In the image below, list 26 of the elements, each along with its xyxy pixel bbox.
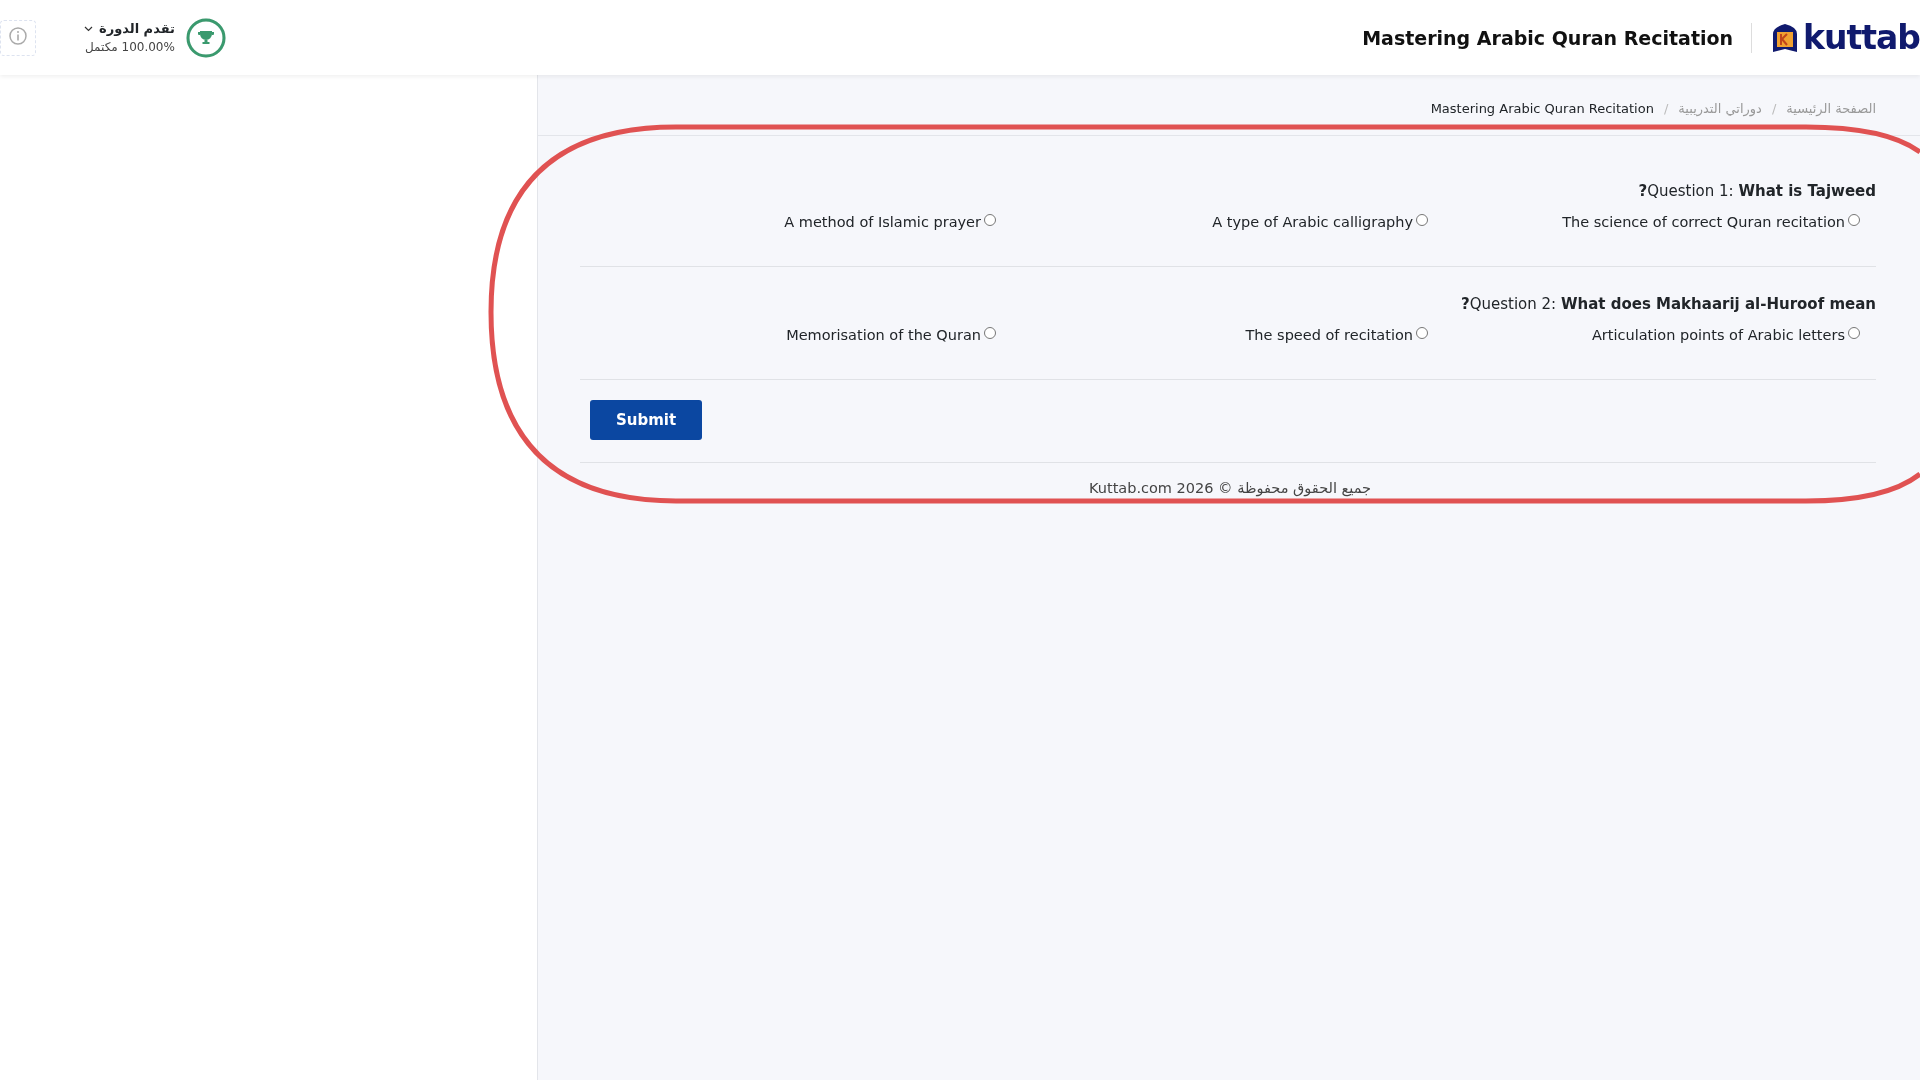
option-label[interactable]: The science of correct Quran recitation bbox=[1562, 214, 1845, 230]
option-label[interactable]: The speed of recitation bbox=[1245, 327, 1413, 343]
progress-label[interactable]: تقدم الدورة bbox=[99, 21, 175, 36]
info-icon[interactable] bbox=[0, 19, 36, 56]
course-title: Mastering Arabic Quran Recitation bbox=[1362, 26, 1734, 49]
option-label[interactable]: A method of Islamic prayer bbox=[784, 214, 981, 230]
breadcrumb-current: Mastering Arabic Quran Recitation bbox=[1430, 101, 1654, 118]
option-label[interactable]: Memorisation of the Quran bbox=[786, 327, 981, 343]
option-label[interactable]: A type of Arabic calligraphy bbox=[1212, 214, 1413, 230]
radio-button[interactable] bbox=[1848, 214, 1860, 226]
question-text: ?Question 1: What is Tajweed bbox=[1637, 182, 1876, 200]
copyright-text: جميع الحقوق محفوظة © 2026 Kuttab.com bbox=[1088, 480, 1372, 496]
radio-button[interactable] bbox=[1848, 327, 1860, 339]
breadcrumb-separator: / bbox=[1771, 101, 1777, 118]
submit-button[interactable]: Submit bbox=[590, 400, 702, 440]
question-text: ?Question 2: What does Makhaarij al-Huroof mean bbox=[1460, 295, 1876, 313]
radio-button[interactable] bbox=[1416, 214, 1428, 226]
progress-value: 100.00% مكتمل bbox=[85, 40, 175, 54]
logo-text[interactable]: kuttab bbox=[1803, 18, 1920, 57]
chevron-down-icon[interactable] bbox=[84, 25, 93, 32]
radio-button[interactable] bbox=[984, 327, 996, 339]
trophy-icon bbox=[197, 30, 214, 44]
breadcrumb-separator: / bbox=[1663, 101, 1669, 118]
radio-button[interactable] bbox=[984, 214, 996, 226]
option-label[interactable]: Articulation points of Arabic letters bbox=[1591, 327, 1845, 343]
radio-button[interactable] bbox=[1416, 327, 1428, 339]
